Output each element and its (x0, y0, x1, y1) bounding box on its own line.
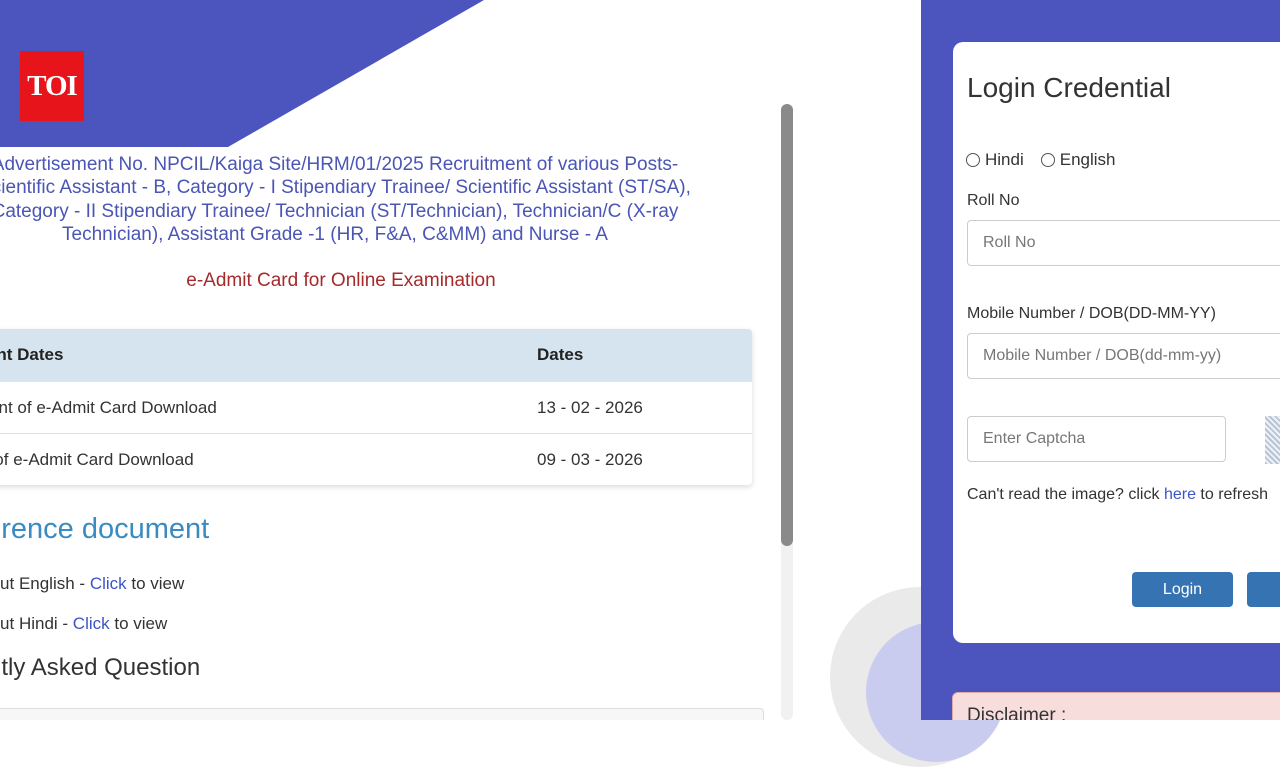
important-dates-table: Important Dates Dates Commencement of e-… (0, 329, 752, 485)
mobile-dob-label: Mobile Number / DOB(DD-MM-YY) (967, 305, 1216, 322)
table-header-row: Important Dates Dates (0, 329, 752, 382)
admit-card-subtitle: e-Admit Card for Online Examination (186, 270, 496, 291)
disclaimer-title: Disclaimer : (967, 705, 1067, 720)
captcha-help-text: Can't read the image? click here to refr… (967, 486, 1268, 504)
scrollbar-thumb[interactable] (781, 104, 793, 546)
captcha-refresh-link[interactable]: here (1164, 486, 1196, 503)
handout-hindi-suffix: to view (109, 614, 168, 633)
table-header-event: Important Dates (0, 345, 537, 365)
radio-english-label[interactable]: English (1060, 150, 1116, 170)
language-selector: Hindi English (966, 150, 1133, 170)
handout-english-suffix: to view (126, 574, 185, 593)
secondary-button[interactable] (1247, 572, 1280, 607)
login-button[interactable]: Login (1132, 572, 1233, 607)
faq-accordion-item[interactable] (0, 708, 764, 720)
table-cell-date: 09 - 03 - 2026 (537, 449, 643, 469)
roll-no-input[interactable] (967, 220, 1280, 266)
reference-document-heading: Reference document (0, 513, 210, 545)
mobile-dob-input[interactable] (967, 333, 1280, 379)
captcha-image (1265, 416, 1280, 464)
advertisement-title-line: Advertisement No. NPCIL/Kaiga Site/HRM/0… (0, 154, 679, 175)
main-content: TOI Advertisement No. NPCIL/Kaiga Site/H… (0, 0, 770, 720)
handout-english: Information handout English - Click to v… (0, 574, 184, 594)
handout-english-label: Information handout English - (0, 574, 86, 593)
radio-english[interactable] (1040, 153, 1055, 167)
table-row: Closure of e-Admit Card Download 09 - 03… (0, 434, 752, 485)
captcha-input[interactable] (967, 416, 1226, 462)
advertisement-title-line: Category - II Stipendiary Trainee/ Techn… (0, 200, 679, 222)
table-cell-event-text: Commencement of e-Admit Card Download (0, 397, 217, 417)
captcha-help-suffix: to refresh (1195, 486, 1268, 503)
roll-no-label: Roll No (967, 192, 1020, 209)
radio-hindi[interactable] (966, 153, 980, 167)
disclaimer-box: Disclaimer : (952, 692, 1280, 720)
faq-heading: Frequently Asked Question (0, 654, 201, 681)
table-cell-date: 13 - 02 - 2026 (537, 397, 643, 417)
table-cell-event-text: Closure of e-Admit Card Download (0, 449, 194, 469)
advertisement-title-line: Technician), Assistant Grade -1 (HR, F&A… (62, 223, 608, 245)
table-cell-event: Commencement of e-Admit Card Download (0, 398, 537, 418)
toi-logo: TOI (20, 51, 84, 121)
table-header-event-text: Important Dates (0, 345, 64, 364)
radio-hindi-label[interactable]: Hindi (985, 150, 1024, 170)
table-header-date: Dates (537, 345, 584, 364)
table-row: Commencement of e-Admit Card Download 13… (0, 382, 752, 434)
login-panel: Login Credential Hindi English Roll No M… (921, 0, 1280, 720)
handout-hindi-link[interactable]: Click (73, 614, 110, 633)
login-title: Login Credential (967, 72, 1171, 103)
handout-hindi-label: Information handout Hindi - (0, 614, 69, 633)
captcha-help-prefix: Can't read the image? click (967, 486, 1164, 503)
table-cell-event: Closure of e-Admit Card Download (0, 450, 537, 470)
advertisement-title-line: Scientific Assistant - B, Category - I S… (0, 177, 691, 199)
advertisement-title: Advertisement No. NPCIL/Kaiga Site/HRM/0… (0, 153, 730, 246)
handout-english-link[interactable]: Click (90, 574, 127, 593)
handout-hindi: Information handout Hindi - Click to vie… (0, 614, 167, 634)
